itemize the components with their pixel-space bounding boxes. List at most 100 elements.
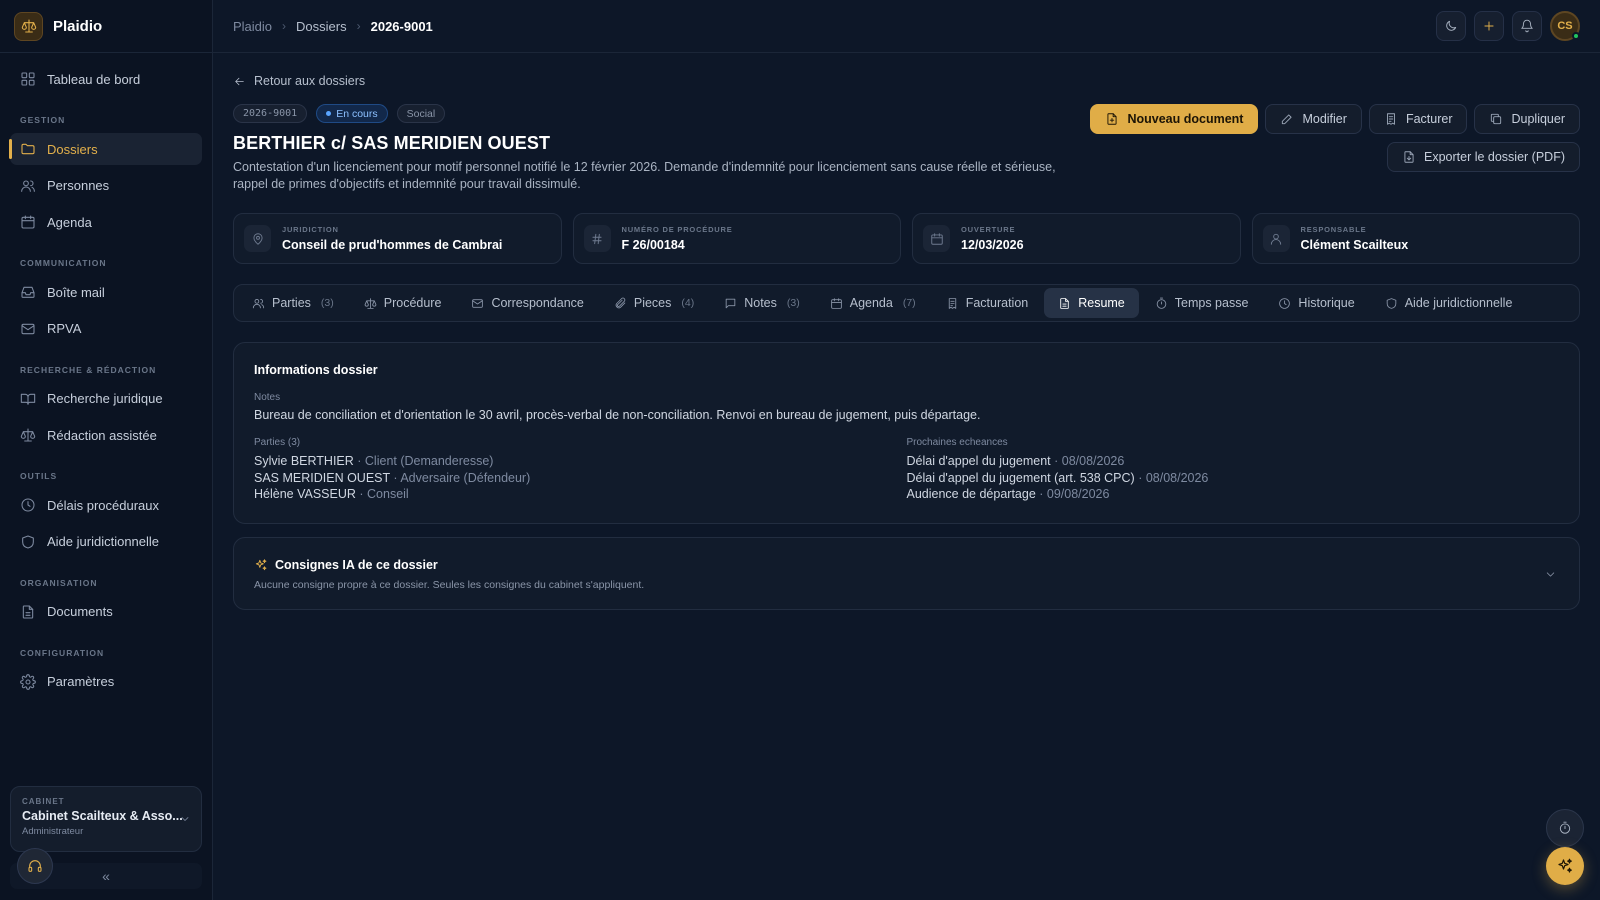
- info-card-juridiction: JURIDICTION Conseil de prud'hommes de Ca…: [233, 213, 562, 264]
- status-badge: En cours: [316, 104, 388, 123]
- party-name[interactable]: Sylvie BERTHIER: [254, 454, 354, 468]
- info-card-value: Conseil de prud'hommes de Cambrai: [282, 238, 503, 252]
- invoice-button[interactable]: Facturer: [1368, 104, 1468, 134]
- cabinet-switcher[interactable]: CABINET Cabinet Scailteux & Asso... Admi…: [10, 786, 202, 852]
- dossier-tabs: Parties (3) Procédure Correspondance Pie…: [233, 284, 1580, 322]
- breadcrumb-current: 2026-9001: [370, 18, 433, 34]
- tab-notes[interactable]: Notes (3): [710, 288, 814, 318]
- dossier-actions: Nouveau document Modifier Facturer Dupli…: [1090, 104, 1580, 134]
- copy-icon: [1491, 113, 1502, 125]
- info-card-value: Clément Scailteux: [1300, 238, 1409, 252]
- tab-label: Temps passe: [1174, 296, 1249, 310]
- brand[interactable]: Plaidio: [0, 0, 212, 53]
- sidebar-item-label: Dossiers: [47, 141, 98, 157]
- timer-icon: [1559, 821, 1571, 834]
- map-pin-icon: [244, 225, 271, 252]
- parties-column: Parties (3) Sylvie BERTHIER · Client (De…: [254, 422, 907, 503]
- timer-fab-button[interactable]: [1546, 809, 1584, 847]
- info-card-label: RESPONSABLE: [1300, 225, 1367, 234]
- party-role: · Client (Demanderesse): [353, 454, 494, 468]
- sidebar-item-delais-proceduraux[interactable]: Délais procéduraux: [10, 489, 202, 521]
- tab-temps-passe[interactable]: Temps passe: [1141, 288, 1263, 318]
- deadline-date: · 09/08/2026: [1035, 487, 1110, 501]
- deadlines-list: Délai d'appel du jugement · 08/08/2026 D…: [907, 453, 1560, 503]
- tab-count: (3): [320, 297, 334, 309]
- document-icon: [1060, 297, 1069, 309]
- sidebar-item-label: RPVA: [47, 321, 82, 336]
- new-document-button[interactable]: Nouveau document: [1090, 104, 1259, 134]
- tab-historique[interactable]: Historique: [1264, 288, 1368, 318]
- main-content: Retour aux dossiers 2026-9001 En cours S…: [233, 53, 1580, 610]
- parties-list: Sylvie BERTHIER · Client (Demanderesse) …: [254, 453, 907, 503]
- sidebar-item-documents[interactable]: Documents: [10, 596, 202, 628]
- sidebar-item-boite-mail[interactable]: Boîte mail: [10, 276, 202, 308]
- sidebar-item-label: Recherche juridique: [47, 391, 163, 406]
- user-avatar[interactable]: CS: [1550, 11, 1580, 41]
- info-card-value: F 26/00184: [621, 238, 685, 252]
- info-card-responsable: RESPONSABLE Clément Scailteux: [1251, 213, 1580, 264]
- breadcrumb-item[interactable]: Plaidio: [233, 19, 272, 34]
- sidebar-item-personnes[interactable]: Personnes: [10, 170, 202, 202]
- notes-label: Notes: [254, 392, 281, 403]
- support-headset-button[interactable]: [17, 848, 53, 884]
- tab-procedure[interactable]: Procédure: [350, 288, 456, 318]
- sidebar-item-label: Rédaction assistée: [47, 427, 157, 443]
- shield-icon: [22, 534, 34, 549]
- sidebar-item-label: Aide juridictionnelle: [47, 534, 160, 549]
- export-pdf-button[interactable]: Exporter le dossier (PDF): [1386, 142, 1580, 172]
- button-label: Modifier: [1302, 112, 1347, 126]
- theme-toggle-button[interactable]: [1436, 11, 1466, 41]
- sidebar-item-aide-juridictionnelle[interactable]: Aide juridictionnelle: [10, 526, 202, 558]
- deadline-name: Délai d'appel du jugement (art. 538 CPC): [906, 470, 1135, 485]
- ai-assistant-fab-button[interactable]: [1546, 847, 1584, 885]
- ai-instructions-panel[interactable]: Consignes IA de ce dossier Aucune consig…: [233, 536, 1580, 610]
- file-plus-icon: [1107, 113, 1118, 125]
- folder-icon: [21, 143, 35, 155]
- user-icon: [1262, 225, 1290, 252]
- sidebar-item-agenda[interactable]: Agenda: [10, 206, 202, 238]
- tab-label: Resume: [1078, 296, 1125, 310]
- info-card-label: OUVERTURE: [961, 225, 1016, 234]
- chevron-right-icon: ›: [282, 19, 287, 33]
- tab-agenda[interactable]: Agenda (7): [816, 288, 930, 318]
- sidebar-item-tableau-de-bord[interactable]: Tableau de bord: [10, 63, 202, 95]
- party-name[interactable]: SAS MERIDIEN OUEST: [254, 471, 390, 485]
- clock-icon: [21, 498, 35, 512]
- quick-add-button[interactable]: [1474, 11, 1504, 41]
- sidebar-item-parametres[interactable]: Paramètres: [10, 666, 202, 698]
- parties-label: Parties (3): [254, 437, 301, 448]
- notifications-button[interactable]: [1512, 11, 1542, 41]
- chevron-down-icon[interactable]: [1544, 568, 1557, 581]
- party-item: Sylvie BERTHIER · Client (Demanderesse): [254, 453, 907, 470]
- pencil-icon: [1282, 114, 1293, 125]
- inbox-icon: [21, 286, 35, 298]
- tab-pieces[interactable]: Pieces (4): [600, 288, 708, 318]
- back-to-dossiers-link[interactable]: Retour aux dossiers: [233, 73, 1580, 89]
- edit-button[interactable]: Modifier: [1265, 104, 1362, 134]
- tab-facturation[interactable]: Facturation: [932, 288, 1043, 318]
- deadline-name: Audience de départage: [906, 487, 1036, 501]
- book-icon: [20, 393, 36, 405]
- tab-aide-juridictionnelle[interactable]: Aide juridictionnelle: [1371, 288, 1527, 318]
- duplicate-button[interactable]: Dupliquer: [1474, 104, 1580, 134]
- sidebar-item-label: Délais procéduraux: [47, 497, 160, 513]
- tab-parties[interactable]: Parties (3): [238, 288, 348, 318]
- button-label: Nouveau document: [1127, 112, 1244, 126]
- breadcrumb-item[interactable]: Dossiers: [296, 19, 347, 34]
- tab-label: Notes: [744, 296, 777, 310]
- sidebar-item-recherche-juridique[interactable]: Recherche juridique: [10, 383, 202, 415]
- dossier-summary-panel: Informations dossier Notes Bureau de con…: [233, 342, 1580, 524]
- sidebar-section-title: GESTION: [20, 115, 66, 125]
- tab-label: Facturation: [965, 296, 1029, 310]
- sidebar-item-label: Agenda: [47, 214, 92, 230]
- sidebar-item-dossiers[interactable]: Dossiers: [9, 133, 202, 165]
- gear-icon: [20, 673, 36, 690]
- breadcrumb: Plaidio › Dossiers › 2026-9001: [233, 19, 433, 34]
- sidebar-item-rpva[interactable]: RPVA: [10, 313, 202, 345]
- tab-correspondance[interactable]: Correspondance: [457, 288, 597, 318]
- party-name[interactable]: Hélène VASSEUR: [254, 487, 356, 501]
- button-label: Exporter le dossier (PDF): [1423, 150, 1565, 164]
- tab-resume[interactable]: Resume: [1044, 288, 1139, 318]
- sidebar-item-redaction-assistee[interactable]: Rédaction assistée: [10, 419, 202, 451]
- calendar-icon: [21, 215, 35, 229]
